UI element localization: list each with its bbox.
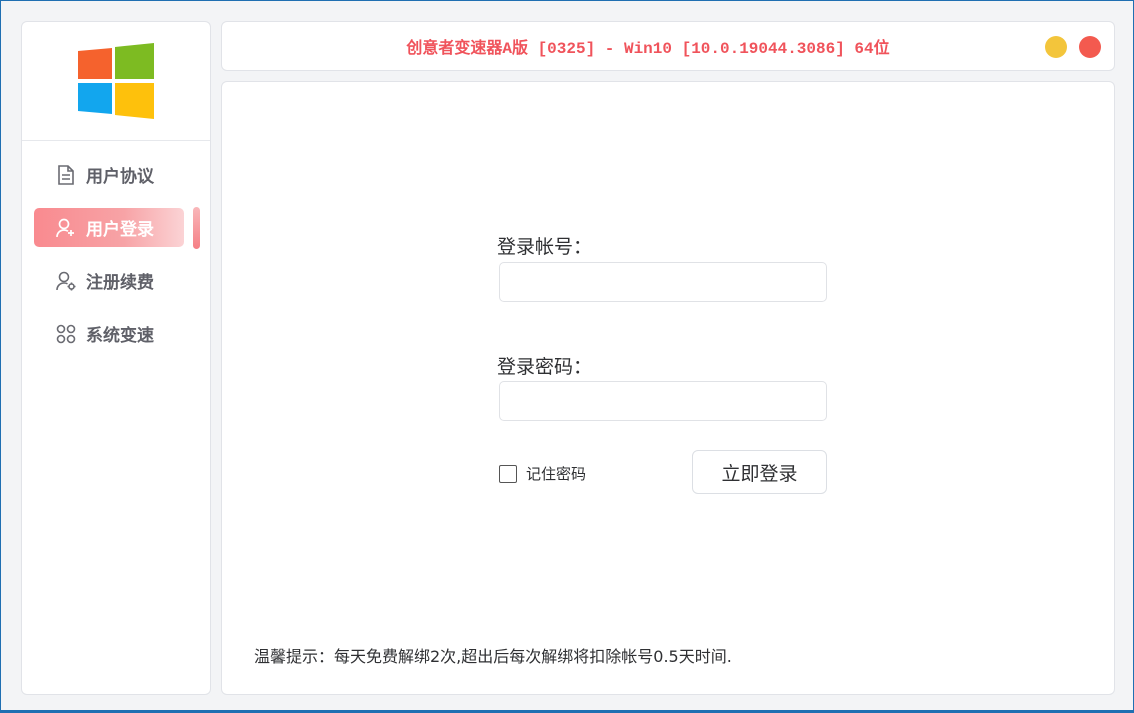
sidebar-item-label: 用户登录 (86, 220, 154, 240)
windows-logo (78, 43, 154, 119)
sidebar-item-register-renew[interactable]: 注册续费 (34, 261, 184, 300)
sidebar-item-label: 用户协议 (86, 167, 154, 187)
sidebar-item-user-login[interactable]: 用户登录 (34, 207, 200, 249)
password-input[interactable] (499, 381, 827, 421)
remember-password-toggle[interactable]: 记住密码 (499, 463, 586, 484)
account-label: 登录帐号： (497, 236, 593, 258)
user-add-icon (56, 218, 76, 238)
user-settings-icon (56, 271, 76, 291)
sidebar-item-label: 注册续费 (86, 273, 154, 293)
sidebar: 用户协议 用户登录 注册续费 系统变速 (21, 21, 211, 695)
remember-password-label: 记住密码 (526, 465, 587, 483)
sidebar-nav: 用户协议 用户登录 注册续费 系统变速 (22, 141, 210, 353)
minimize-button[interactable] (1045, 36, 1067, 58)
sidebar-item-label: 系统变速 (86, 326, 154, 346)
account-input[interactable] (499, 262, 827, 302)
password-label: 登录密码： (497, 356, 593, 378)
sidebar-item-system-speed[interactable]: 系统变速 (34, 314, 184, 353)
close-button[interactable] (1079, 36, 1101, 58)
sidebar-item-user-agreement[interactable]: 用户协议 (34, 155, 184, 194)
logo-area (22, 22, 210, 141)
login-panel: 登录帐号： 登录密码： 记住密码 立即登录 温馨提示：每天免费解绑2次,超出后每… (221, 81, 1115, 695)
document-icon (56, 164, 76, 185)
footer-tip: 温馨提示：每天免费解绑2次,超出后每次解绑将扣除帐号0.5天时间. (254, 647, 732, 666)
remember-password-checkbox[interactable] (499, 464, 517, 483)
window-title: 创意者变速器A版 [0325] - Win10 [10.0.19044.3086… (406, 40, 890, 58)
title-bar[interactable]: 创意者变速器A版 [0325] - Win10 [10.0.19044.3086… (221, 21, 1115, 71)
grid-icon (56, 324, 76, 344)
login-button[interactable]: 立即登录 (692, 450, 827, 494)
app-window: 用户协议 用户登录 注册续费 系统变速 创意者变速器A版 [0325] - Wi… (0, 0, 1134, 713)
